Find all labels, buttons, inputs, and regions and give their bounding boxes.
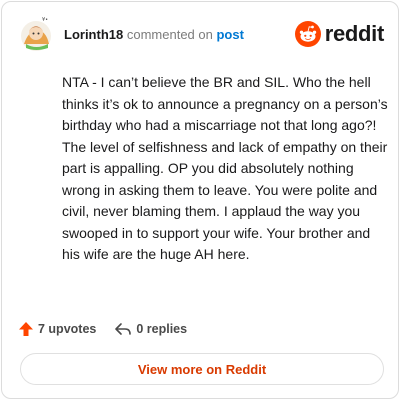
comment-body: NTA - I can’t believe the BR and SIL. Wh… (62, 74, 388, 262)
reddit-logo[interactable]: reddit (294, 20, 385, 48)
view-more-on-reddit-button[interactable]: View more on Reddit (20, 353, 384, 385)
comment-header: ¥• Lorinth18 commented on post reddit (18, 14, 384, 54)
commented-on-label: commented on (126, 27, 213, 42)
comment-actions: 7 upvotes 0 replies (18, 319, 187, 339)
user-avatar[interactable]: ¥• (18, 14, 58, 54)
username-link[interactable]: Lorinth18 (64, 27, 123, 42)
upvote-button[interactable]: 7 upvotes (18, 321, 96, 337)
reddit-wordmark: reddit (324, 21, 385, 46)
upvote-count: 7 upvotes (38, 322, 97, 336)
reply-arrow-icon (115, 323, 132, 335)
reply-button[interactable]: 0 replies (114, 321, 187, 337)
comment-meta: Lorinth18 commented on post (64, 27, 244, 43)
post-link[interactable]: post (216, 27, 243, 42)
upvote-arrow-icon (19, 322, 33, 336)
comment-card: ¥• Lorinth18 commented on post reddit NT… (1, 1, 399, 399)
reply-count: 0 replies (136, 322, 188, 336)
reddit-snoo-icon (294, 21, 321, 47)
svg-text:¥•: ¥• (42, 17, 48, 23)
